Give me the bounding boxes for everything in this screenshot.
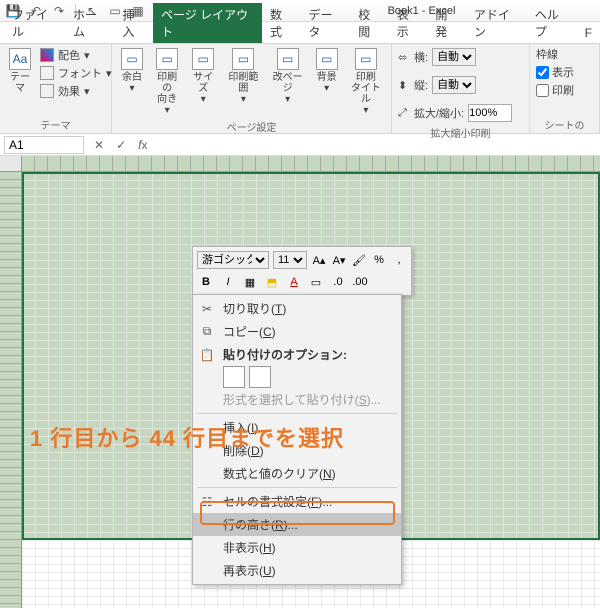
paste-icon: 📋	[199, 347, 215, 363]
menu-row-height[interactable]: 行の高さ(R)...	[193, 513, 401, 536]
page-button[interactable]: ▭印刷範囲▾	[224, 46, 262, 107]
view-gridlines-check[interactable]: 表示	[536, 64, 574, 80]
themes-icon: Aa	[9, 48, 31, 70]
format-painter-icon[interactable]: 🖌	[351, 251, 367, 269]
menu-format-cells[interactable]: ☷セルの書式設定(F)...	[193, 490, 401, 513]
italic-icon[interactable]: I	[219, 273, 237, 291]
fill-color-icon[interactable]: ⬒	[263, 273, 281, 291]
decrease-decimal-icon[interactable]: .00	[351, 273, 369, 291]
page-button[interactable]: ▭余白▾	[118, 46, 146, 96]
group-label: 拡大縮小印刷	[398, 124, 523, 141]
tab-4[interactable]: 数式	[262, 3, 301, 43]
colors-icon	[40, 48, 54, 62]
tab-6[interactable]: 校閲	[350, 3, 389, 43]
decrease-font-icon[interactable]: A▾	[331, 251, 347, 269]
tab-5[interactable]: データ	[300, 3, 350, 43]
page-button[interactable]: ▭印刷タイトル▾	[347, 46, 385, 118]
cut-icon: ✂	[199, 301, 215, 317]
menu-separator	[197, 487, 397, 488]
menu-hide[interactable]: 非表示(H)	[193, 536, 401, 559]
themes-label: テーマ	[9, 72, 31, 94]
tab-9[interactable]: アドイン	[466, 3, 527, 43]
fontsize-select[interactable]: 11	[273, 251, 307, 269]
print-gridlines-check[interactable]: 印刷	[536, 82, 574, 98]
gridlines-label: 枠線	[536, 46, 558, 62]
group-theme: Aa テーマ 配色 ▾ フォント ▾ 効果 ▾ テーマ	[0, 44, 112, 133]
group-label: ページ設定	[118, 118, 385, 135]
menu-clear[interactable]: 数式と値のクリア(N)	[193, 462, 401, 485]
tab-8[interactable]: 開発	[427, 3, 466, 43]
page-button[interactable]: ▭背景▾	[313, 46, 341, 96]
menu-cut[interactable]: ✂切り取り(T)	[193, 297, 401, 320]
ribbon: Aa テーマ 配色 ▾ フォント ▾ 効果 ▾ テーマ ▭余白▾▭印刷の向き▾▭…	[0, 44, 600, 134]
select-all-corner[interactable]	[0, 156, 22, 172]
height-select[interactable]: 自動	[432, 76, 476, 94]
tab-10[interactable]: ヘルプ	[527, 3, 577, 43]
menu-delete[interactable]: 削除(D)	[193, 439, 401, 462]
themes-button[interactable]: Aa テーマ	[6, 46, 34, 96]
group-label: テーマ	[6, 116, 105, 133]
increase-font-icon[interactable]: A▴	[311, 251, 327, 269]
fx-icon[interactable]: fx	[132, 138, 153, 152]
paste-option-1[interactable]	[223, 366, 245, 388]
menu-copy[interactable]: ⧉コピー(C)	[193, 320, 401, 343]
tab-3[interactable]: ページ レイアウト	[153, 3, 262, 43]
page-button[interactable]: ▭印刷の向き▾	[152, 46, 182, 118]
fonts-button[interactable]: フォント ▾	[40, 64, 112, 82]
ribbon-tabs: ファイルホーム挿入ページ レイアウト数式データ校閲表示開発アドインヘルプF	[0, 22, 600, 44]
tab-11[interactable]: F	[577, 23, 600, 43]
menu-insert[interactable]: 挿入(I)	[193, 416, 401, 439]
column-headers[interactable]	[22, 156, 600, 172]
bold-icon[interactable]: B	[197, 273, 215, 291]
group-label: シートの	[536, 116, 593, 133]
width-select[interactable]: 自動	[432, 48, 476, 66]
row-headers[interactable]	[0, 172, 22, 608]
page-button[interactable]: ▭改ページ▾	[269, 46, 307, 107]
font-color-icon[interactable]: A	[285, 273, 303, 291]
menu-paste-options-label: 📋貼り付けのオプション:	[193, 343, 401, 366]
cancel-icon[interactable]: ✕	[88, 138, 110, 152]
border-icon[interactable]: ▦	[241, 273, 259, 291]
menu-separator	[197, 413, 397, 414]
group-page-setup: ▭余白▾▭印刷の向き▾▭サイズ▾▭印刷範囲▾▭改ページ▾▭背景▾▭印刷タイトル▾…	[112, 44, 392, 133]
worksheet-area[interactable]: 游ゴシック 11 A▴ A▾ 🖌 % , B I ▦ ⬒ A ▭ .0 .00 …	[0, 156, 600, 608]
mini-toolbar: 游ゴシック 11 A▴ A▾ 🖌 % , B I ▦ ⬒ A ▭ .0 .00	[192, 246, 412, 296]
paste-option-2[interactable]	[249, 366, 271, 388]
percent-icon[interactable]: %	[371, 251, 387, 269]
tab-2[interactable]: 挿入	[114, 3, 153, 43]
group-scale: ⬄横:自動 ⬍縦:自動 ⤢拡大/縮小: 拡大縮小印刷	[392, 44, 530, 133]
comma-icon[interactable]: ,	[391, 251, 407, 269]
menu-paste-special: 形式を選択して貼り付け(S)...	[193, 388, 401, 411]
name-box[interactable]: A1	[4, 136, 84, 154]
merge-icon[interactable]: ▭	[307, 273, 325, 291]
group-sheet-options: 枠線 表示 印刷 シートの	[530, 44, 600, 133]
colors-button[interactable]: 配色 ▾	[40, 46, 112, 64]
tab-0[interactable]: ファイル	[4, 3, 65, 43]
context-menu: ✂切り取り(T) ⧉コピー(C) 📋貼り付けのオプション: 形式を選択して貼り付…	[192, 294, 402, 585]
page-button[interactable]: ▭サイズ▾	[188, 46, 218, 107]
tab-1[interactable]: ホーム	[65, 3, 114, 43]
increase-decimal-icon[interactable]: .0	[329, 273, 347, 291]
tab-7[interactable]: 表示	[389, 3, 428, 43]
effects-button[interactable]: 効果 ▾	[40, 82, 112, 100]
format-icon: ☷	[199, 494, 215, 510]
menu-unhide[interactable]: 再表示(U)	[193, 559, 401, 582]
copy-icon: ⧉	[199, 324, 215, 340]
enter-icon[interactable]: ✓	[110, 138, 132, 152]
font-select[interactable]: 游ゴシック	[197, 251, 269, 269]
scale-input[interactable]	[468, 104, 512, 122]
paste-options	[193, 366, 401, 388]
effects-icon	[40, 84, 54, 98]
fonts-icon	[40, 66, 54, 80]
